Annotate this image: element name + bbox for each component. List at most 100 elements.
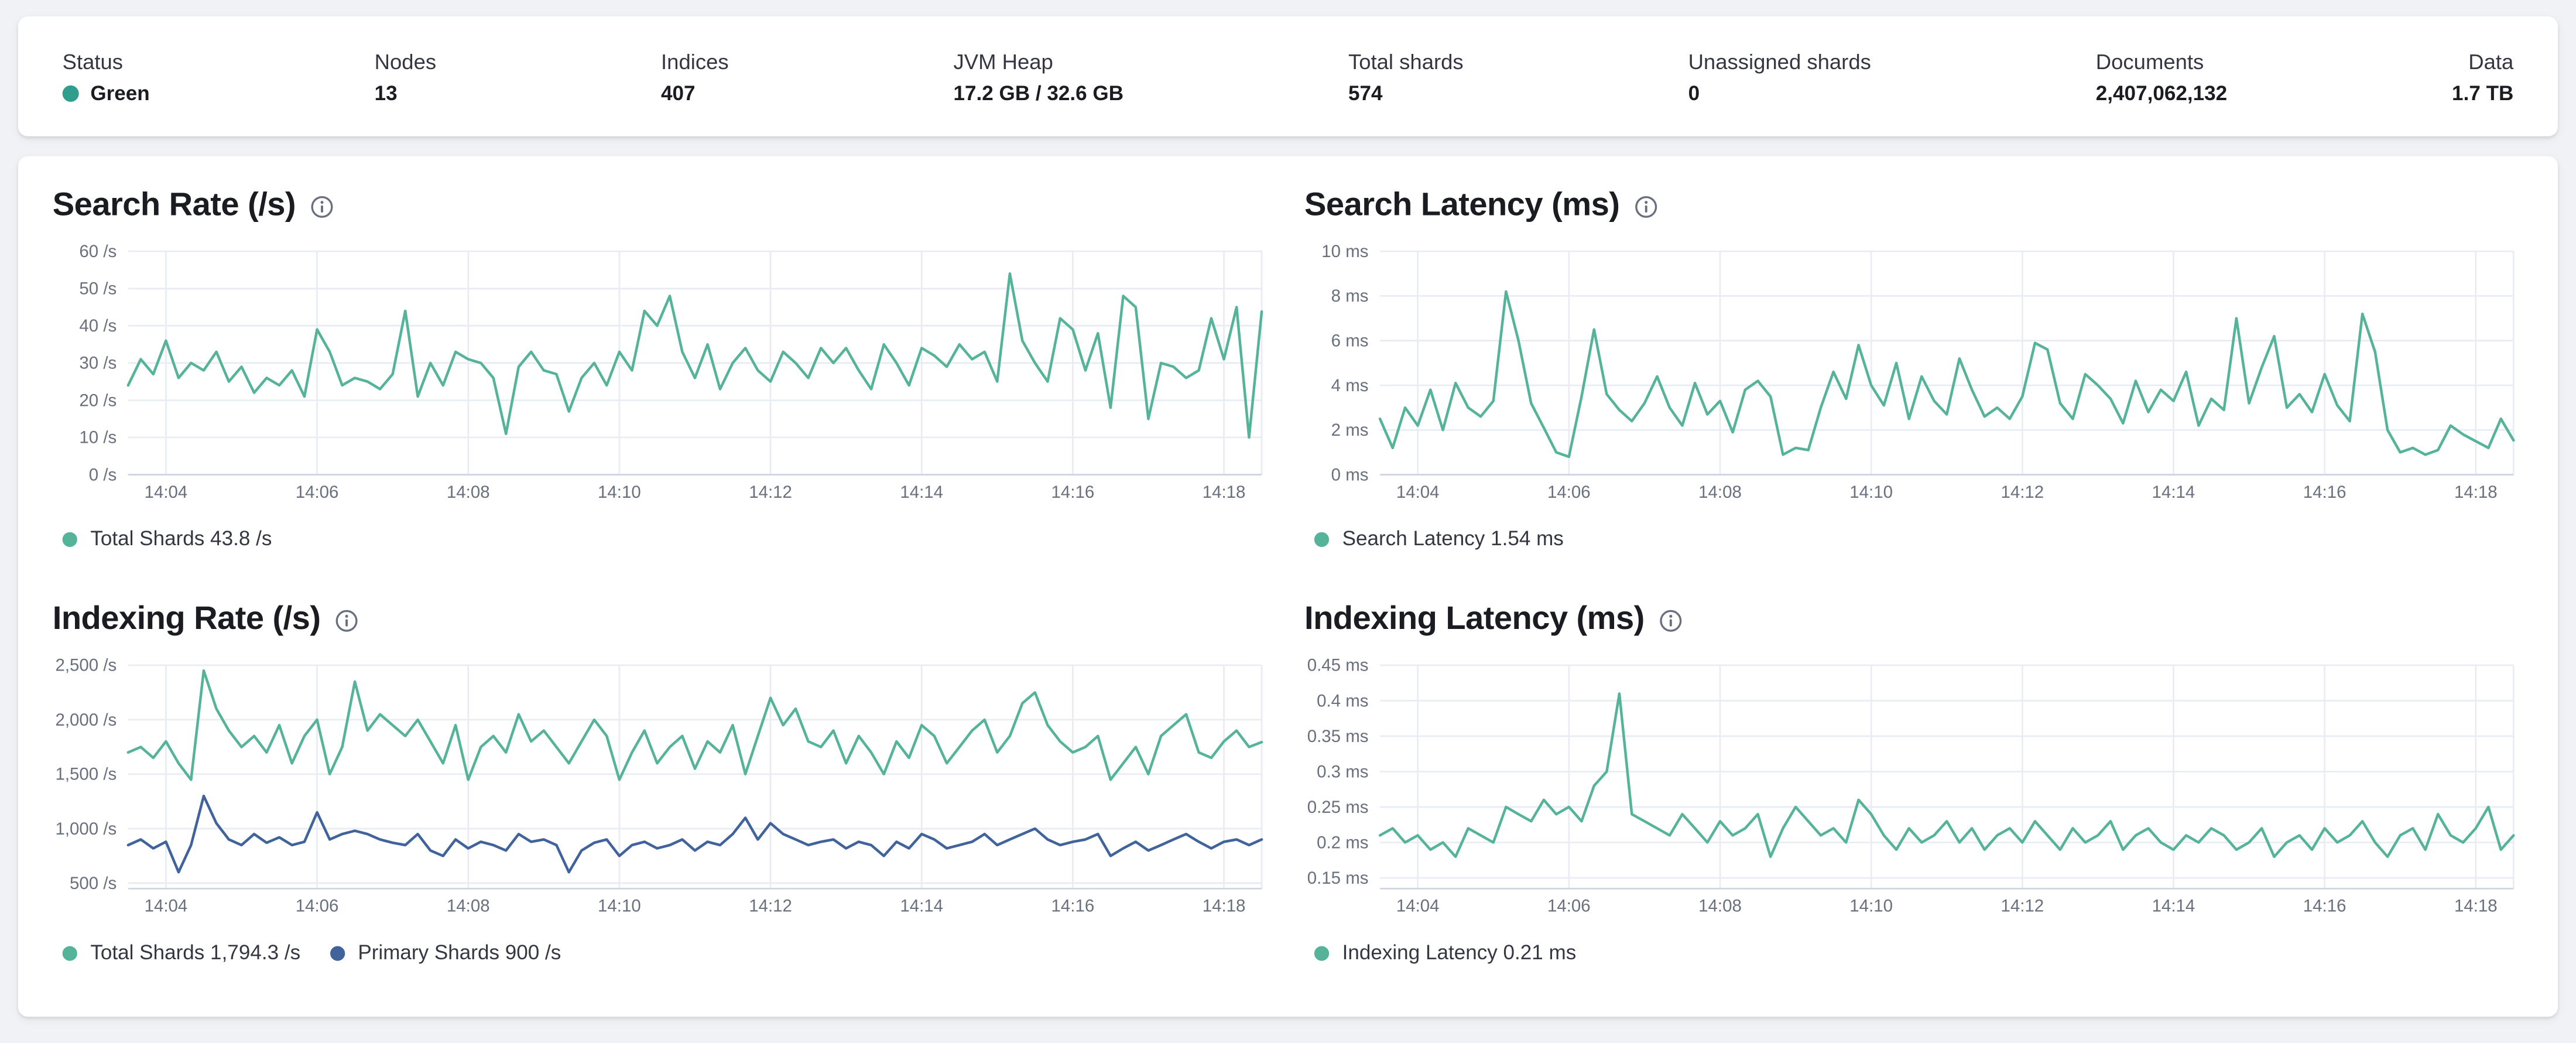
svg-text:1,000 /s: 1,000 /s [55, 819, 117, 839]
stat-label: JVM Heap [953, 48, 1053, 73]
stat-value: 1.7 TB [2452, 81, 2514, 105]
svg-text:14:14: 14:14 [2152, 897, 2195, 916]
chart-legend: Search Latency 1.54 ms [1304, 524, 2523, 553]
stat-status: Status Green [62, 48, 150, 105]
svg-text:0.45 ms: 0.45 ms [1307, 656, 1369, 675]
svg-text:14:10: 14:10 [1849, 483, 1893, 502]
svg-text:500 /s: 500 /s [70, 874, 117, 893]
chart-legend: Total Shards 1,794.3 /s Primary Shards 90… [53, 938, 1272, 967]
legend-item[interactable]: Primary Shards 900 /s [330, 938, 561, 967]
svg-text:14:14: 14:14 [900, 483, 943, 502]
line-chart[interactable]: 500 /s 1,000 /s 1,500 /s 2,000 /s 2,500 /s 14… [53, 652, 1272, 925]
svg-text:14:16: 14:16 [1051, 897, 1095, 916]
stat-label: Nodes [374, 48, 437, 73]
svg-text:14:16: 14:16 [2303, 897, 2347, 916]
info-icon[interactable] [335, 610, 358, 632]
svg-text:14:14: 14:14 [900, 897, 943, 916]
line-chart[interactable]: 0 /s 10 /s 20 /s 30 /s 40 /s 50 /s 60 /s 14:04 1… [53, 238, 1272, 511]
stat-label: Data [2468, 48, 2514, 73]
info-icon[interactable] [1635, 196, 1657, 218]
stat-value: 0 [1688, 81, 1700, 105]
svg-text:14:14: 14:14 [2152, 483, 2195, 502]
health-status-text: Green [90, 81, 150, 105]
stat-value: 2,407,062,132 [2095, 81, 2228, 105]
stat-label: Documents [2095, 48, 2204, 73]
svg-text:6 ms: 6 ms [1331, 331, 1369, 351]
svg-text:14:12: 14:12 [749, 483, 792, 502]
chart-legend: Indexing Latency 0.21 ms [1304, 938, 2523, 967]
line-chart[interactable]: 0.15 ms 0.2 ms 0.25 ms 0.3 ms 0.35 ms 0.4 ms 0… [1304, 652, 2523, 925]
svg-text:0.25 ms: 0.25 ms [1307, 798, 1369, 817]
svg-text:10 /s: 10 /s [79, 428, 117, 447]
svg-text:0 ms: 0 ms [1331, 465, 1369, 484]
svg-text:0.3 ms: 0.3 ms [1317, 762, 1368, 781]
svg-text:14:04: 14:04 [145, 483, 188, 502]
svg-text:0.35 ms: 0.35 ms [1307, 727, 1369, 746]
svg-text:2,000 /s: 2,000 /s [55, 710, 117, 730]
stat-value: 574 [1348, 81, 1383, 105]
stat-jvm-heap: JVM Heap 17.2 GB / 32.6 GB [954, 49, 1124, 104]
svg-text:8 ms: 8 ms [1331, 286, 1369, 306]
chart-indexing-rate: Indexing Rate (/s) 500 /s 1,000 /s 1,500 /… [53, 600, 1272, 967]
stat-label: Total shards [1348, 48, 1464, 73]
charts-grid: Search Rate (/s) 0 /s 10 /s 20 /s 30 /s 40 /… [18, 156, 2558, 997]
svg-text:0.4 ms: 0.4 ms [1317, 691, 1368, 710]
svg-text:14:18: 14:18 [2454, 897, 2498, 916]
stat-label: Indices [661, 48, 729, 73]
legend-label: Indexing Latency 0.21 ms [1342, 941, 1577, 965]
stat-nodes: Nodes 13 [375, 49, 436, 104]
svg-text:14:04: 14:04 [145, 897, 188, 916]
chart-indexing-latency: Indexing Latency (ms) 0.15 ms 0.2 ms 0.25 … [1304, 600, 2523, 967]
svg-text:14:06: 14:06 [1547, 483, 1591, 502]
chart-title: Search Rate (/s) [53, 186, 1272, 225]
chart-title: Search Latency (ms) [1304, 186, 2523, 225]
svg-text:14:16: 14:16 [2303, 483, 2347, 502]
stat-documents: Documents 2,407,062,132 [2096, 49, 2227, 104]
svg-text:0.2 ms: 0.2 ms [1317, 833, 1368, 852]
svg-text:40 /s: 40 /s [79, 316, 117, 336]
stat-unassigned-shards: Unassigned shards 0 [1688, 49, 1871, 104]
stat-indices: Indices 407 [661, 49, 729, 104]
svg-text:14:16: 14:16 [1051, 483, 1095, 502]
chart-title: Indexing Rate (/s) [53, 600, 1272, 639]
svg-text:14:08: 14:08 [447, 483, 490, 502]
legend-label: Search Latency 1.54 ms [1342, 527, 1564, 550]
stat-value: 407 [661, 81, 696, 105]
chart-title-text: Search Latency (ms) [1304, 187, 1620, 224]
svg-text:14:04: 14:04 [1396, 897, 1440, 916]
cluster-stats-row: Status Green Nodes 13 Indices 407 JVM He… [18, 49, 2558, 104]
svg-text:20 /s: 20 /s [79, 391, 117, 410]
svg-text:14:12: 14:12 [749, 897, 792, 916]
legend-dot [1314, 531, 1330, 546]
legend-item[interactable]: Total Shards 1,794.3 /s [62, 938, 301, 967]
info-icon[interactable] [310, 196, 333, 218]
svg-text:14:08: 14:08 [1698, 483, 1742, 502]
legend-item[interactable]: Search Latency 1.54 ms [1314, 524, 1564, 553]
svg-text:14:18: 14:18 [1203, 897, 1246, 916]
svg-text:4 ms: 4 ms [1331, 376, 1369, 395]
svg-text:60 /s: 60 /s [79, 242, 117, 261]
svg-text:14:18: 14:18 [1203, 483, 1246, 502]
stat-label: Status [62, 48, 124, 73]
svg-text:14:06: 14:06 [1547, 897, 1591, 916]
svg-text:0.15 ms: 0.15 ms [1307, 868, 1369, 888]
legend-dot [1314, 945, 1330, 960]
legend-item[interactable]: Indexing Latency 0.21 ms [1314, 938, 1576, 967]
svg-text:14:12: 14:12 [2000, 483, 2044, 502]
info-icon[interactable] [1659, 610, 1682, 632]
chart-title-text: Indexing Latency (ms) [1304, 601, 1645, 638]
legend-label: Total Shards 1,794.3 /s [90, 941, 301, 965]
svg-text:14:10: 14:10 [598, 483, 641, 502]
line-chart[interactable]: 0 ms 2 ms 4 ms 6 ms 8 ms 10 ms 14:04 14:06 14:08… [1304, 238, 2523, 511]
legend-item[interactable]: Total Shards 43.8 /s [62, 524, 272, 553]
svg-text:50 /s: 50 /s [79, 279, 117, 299]
chart-legend: Total Shards 43.8 /s [53, 524, 1272, 553]
svg-text:1,500 /s: 1,500 /s [55, 765, 117, 784]
cluster-stats-bar: Status Green Nodes 13 Indices 407 JVM He… [18, 16, 2558, 136]
svg-text:14:06: 14:06 [296, 897, 339, 916]
svg-text:30 /s: 30 /s [79, 354, 117, 373]
chart-search-rate: Search Rate (/s) 0 /s 10 /s 20 /s 30 /s 40 /… [53, 186, 1272, 553]
svg-text:14:08: 14:08 [447, 897, 490, 916]
svg-text:10 ms: 10 ms [1321, 242, 1368, 261]
monitoring-overview-page: Status Green Nodes 13 Indices 407 JVM He… [0, 0, 2576, 1043]
